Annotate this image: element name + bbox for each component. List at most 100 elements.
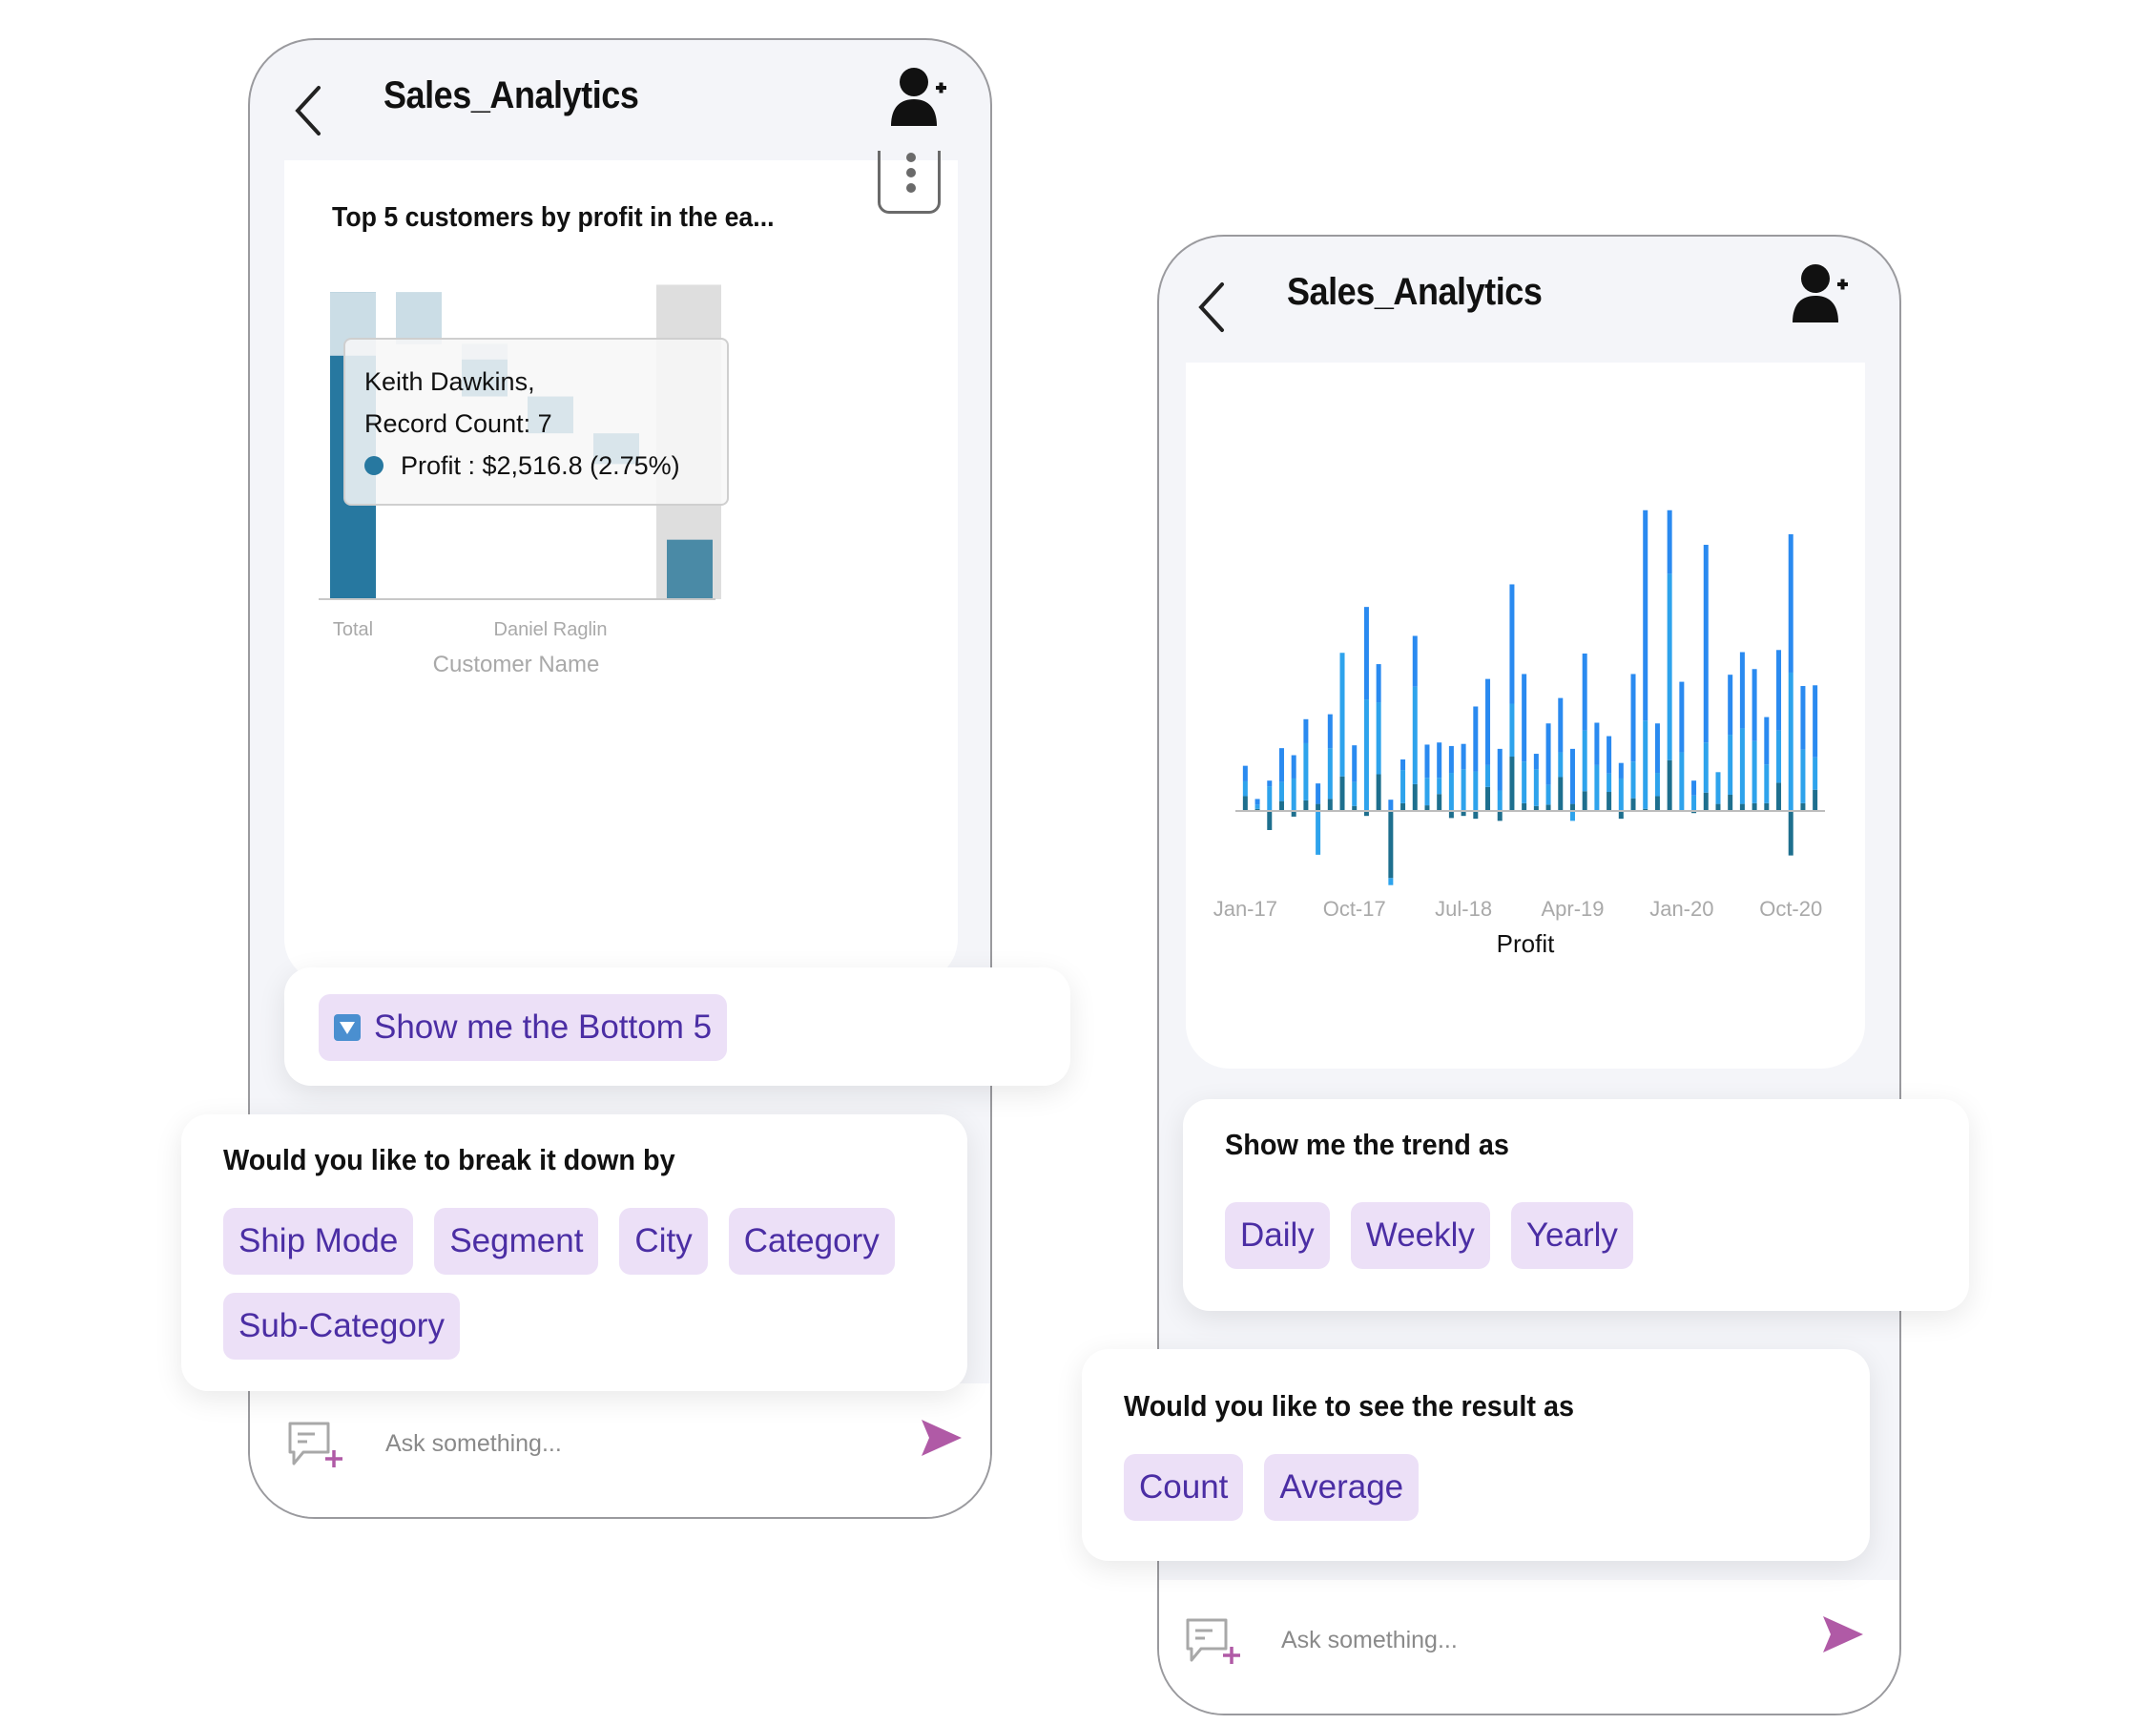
bar-segment	[1352, 781, 1358, 806]
chip-yearly[interactable]: Yearly	[1510, 1202, 1633, 1269]
add-user-icon[interactable]	[1791, 261, 1850, 324]
bar-segment	[1715, 772, 1721, 804]
chip-category[interactable]: Category	[728, 1208, 895, 1275]
bar-segment	[1303, 742, 1309, 800]
chip-weekly[interactable]: Weekly	[1350, 1202, 1490, 1269]
bar-segment	[1339, 653, 1345, 777]
bar-segment	[1607, 773, 1612, 793]
bar-segment	[1800, 686, 1806, 750]
app-title: Sales_Analytics	[384, 74, 639, 116]
bar-segment	[1278, 781, 1284, 801]
bar-segment	[1267, 780, 1273, 787]
add-user-icon[interactable]	[889, 65, 948, 128]
bar-segment	[1316, 803, 1321, 811]
bar-segment	[1278, 800, 1284, 811]
x-tick-label: Oct-17	[1323, 897, 1386, 921]
bar-segment	[1242, 780, 1248, 797]
bar-segment	[1752, 740, 1757, 803]
breakdown-prompt: Would you like to break it down by	[223, 1143, 675, 1176]
bar-segment	[1569, 748, 1575, 804]
chart-tooltip: Keith Dawkins, Record Count: 7 Profit : …	[343, 338, 729, 506]
bar-segment	[1667, 759, 1672, 811]
show-bottom-5-chip[interactable]: Show me the Bottom 5	[319, 994, 728, 1061]
bar-segment	[1437, 742, 1442, 779]
chip-sub-category[interactable]: Sub-Category	[223, 1293, 460, 1360]
bar-segment	[1739, 728, 1745, 804]
back-chevron-icon[interactable]	[1193, 279, 1232, 336]
bar-segment	[1522, 802, 1527, 811]
ask-input[interactable]	[384, 1422, 864, 1465]
bar-segment	[1497, 790, 1503, 811]
bar-segment	[1545, 784, 1551, 805]
bar-segment	[1242, 796, 1248, 811]
bar-segment	[1813, 757, 1818, 790]
app-header: Sales_Analytics	[1159, 237, 1899, 380]
bar-segment	[1776, 730, 1782, 783]
bar-segment	[1594, 722, 1600, 765]
bar-segment	[1461, 769, 1466, 811]
chip-segment[interactable]: Segment	[434, 1208, 599, 1275]
bar-segment	[1607, 792, 1612, 811]
bar-segment	[1424, 778, 1430, 806]
bar-segment	[1654, 723, 1660, 774]
bar-segment	[1558, 752, 1564, 778]
bar-segment	[1533, 769, 1539, 806]
waterfall-chart: Total Daniel Raglin Customer Name	[319, 284, 721, 677]
bar-segment	[1473, 811, 1479, 820]
bar-segment	[1352, 745, 1358, 782]
profit-trend-card: Jan-17 Oct-17 Jul-18 Apr-19 Jan-20 Oct-20 Prof…	[1186, 363, 1865, 1069]
x-tick-label: Oct-20	[1759, 897, 1822, 921]
profit-trend-chart: Jan-17 Oct-17 Jul-18 Apr-19 Jan-20 Oct-20 Prof…	[1213, 509, 1825, 958]
chip-ship-mode[interactable]: Ship Mode	[223, 1208, 414, 1275]
back-chevron-icon[interactable]	[290, 82, 328, 139]
ask-input[interactable]	[1279, 1618, 1760, 1662]
result-prompt: Would you like to see the result as	[1124, 1389, 1575, 1423]
bar-segment	[1752, 802, 1757, 811]
bar-segment	[1400, 802, 1406, 811]
send-icon[interactable]	[920, 1418, 964, 1458]
bar-segment	[1376, 702, 1381, 775]
bar-segment	[1691, 780, 1697, 796]
bar-segment	[1327, 799, 1333, 811]
x-tick-label: Total	[333, 619, 373, 640]
chip-average[interactable]: Average	[1264, 1454, 1420, 1521]
bar-segment	[1558, 777, 1564, 811]
bar-segment	[1582, 791, 1587, 811]
bar-segment	[1254, 804, 1260, 809]
chip-daily[interactable]: Daily	[1225, 1202, 1330, 1269]
bar-segment	[1654, 773, 1660, 797]
bar-segment	[1461, 743, 1466, 770]
bar-segment	[1291, 755, 1296, 779]
new-chat-icon[interactable]	[1184, 1616, 1243, 1666]
waterfall-chart-card: Top 5 customers by profit in the ea... T…	[284, 151, 958, 983]
result-bubble: Would you like to see the result as Coun…	[1082, 1349, 1870, 1561]
bar-segment	[1739, 652, 1745, 729]
new-chat-icon[interactable]	[286, 1420, 345, 1469]
bar-segment	[1473, 771, 1479, 811]
bar-segment	[1569, 811, 1575, 821]
bar-segment	[1715, 803, 1721, 811]
suggestion-bubble: Show me the Bottom 5	[284, 967, 1070, 1086]
chip-count[interactable]: Count	[1124, 1454, 1244, 1521]
bar-segment	[1303, 800, 1309, 811]
bar-segment	[1363, 699, 1369, 811]
bar-segment	[1267, 786, 1273, 811]
chip-city[interactable]: City	[619, 1208, 708, 1275]
bar-segment	[1485, 678, 1491, 765]
x-tick-label: Jan-20	[1649, 897, 1713, 921]
bar-segment	[1739, 803, 1745, 811]
bar-segment	[1607, 736, 1612, 774]
bar-segment	[1278, 748, 1284, 782]
bar-segment	[1400, 770, 1406, 803]
bar-segment	[1594, 764, 1600, 811]
x-axis-title: Customer Name	[433, 652, 600, 677]
x-tick-label: Daniel Raglin	[494, 619, 608, 640]
send-icon[interactable]	[1821, 1614, 1865, 1654]
bar-segment	[1376, 774, 1381, 811]
bar-segment	[1630, 798, 1636, 811]
tooltip-customer: Keith Dawkins,	[364, 367, 535, 396]
x-axis-title: Profit	[1497, 929, 1555, 958]
tooltip-profit: Profit : $2,516.8 (2.75%)	[401, 451, 680, 480]
bar-segment	[1485, 786, 1491, 811]
series-dot-icon	[364, 456, 384, 475]
